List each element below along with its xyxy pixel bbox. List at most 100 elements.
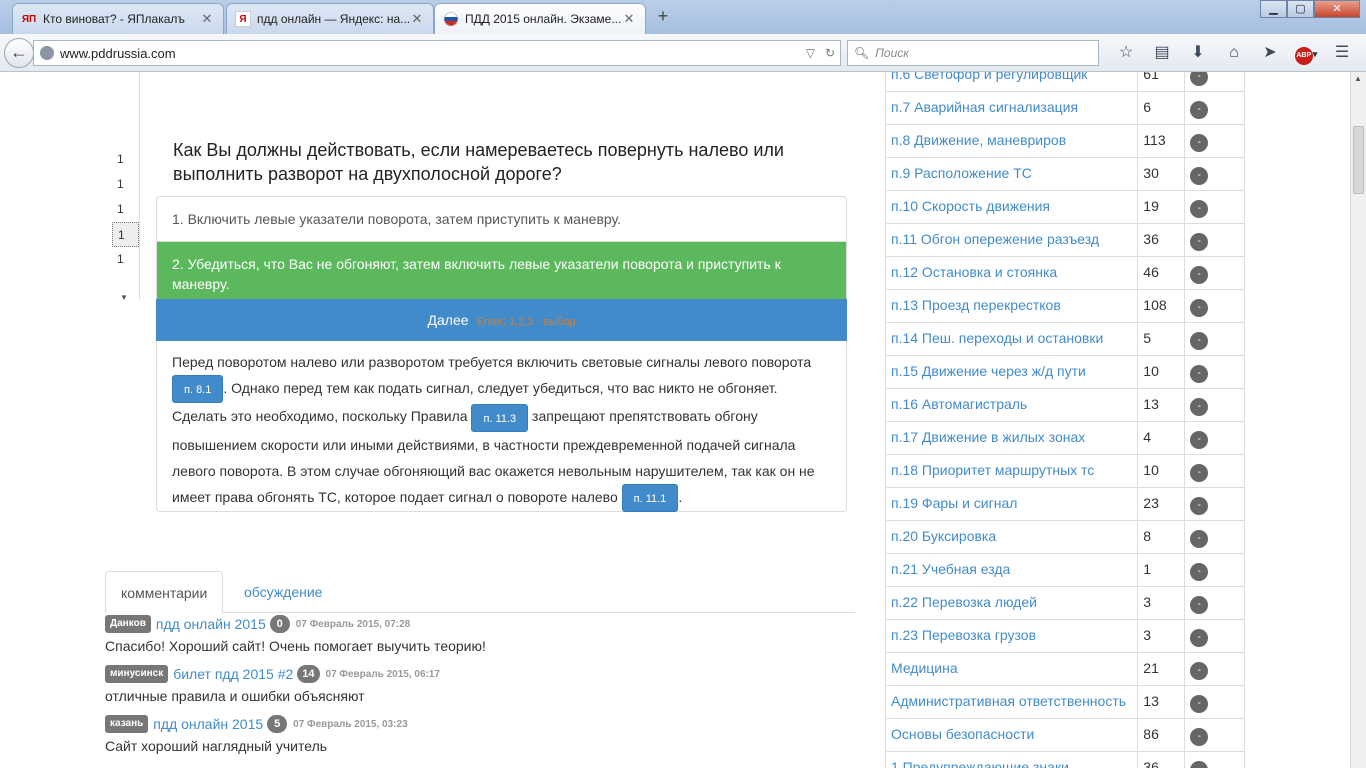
tab-close-icon[interactable]: ✕ bbox=[621, 11, 637, 27]
section-link[interactable]: п.7 Аварийная сигнализация bbox=[884, 91, 1139, 125]
list-item[interactable]: 1 bbox=[112, 197, 139, 222]
search-input[interactable]: 🔍︎ Поиск bbox=[847, 40, 1099, 66]
next-button[interactable]: Далее Enter; 1,2,3 - выбор bbox=[156, 299, 847, 341]
section-link[interactable]: Административная ответственность bbox=[884, 685, 1139, 719]
tab-close-icon[interactable]: ✕ bbox=[409, 11, 425, 27]
sections-table: п.6 Светофор и регулировщик 61- п.7 Аварий… bbox=[884, 72, 1245, 768]
section-count: 3 bbox=[1137, 619, 1186, 653]
page-scrollbar[interactable]: ▲ bbox=[1350, 72, 1366, 768]
list-scroll-down-icon[interactable]: ▼ bbox=[120, 293, 128, 302]
minimize-button[interactable]: ▁ bbox=[1260, 0, 1287, 18]
back-arrow-icon[interactable]: ← bbox=[4, 38, 34, 68]
comment-topic-link[interactable]: пдд онлайн 2015 bbox=[153, 716, 263, 732]
section-link[interactable]: п.9 Расположение ТС bbox=[884, 157, 1139, 191]
section-link[interactable]: Основы безопасности bbox=[884, 718, 1139, 752]
section-link[interactable]: п.12 Остановка и стоянка bbox=[884, 256, 1139, 290]
collapse-minus-button[interactable]: - bbox=[1190, 563, 1209, 581]
menu-hamburger-icon[interactable]: ☰ bbox=[1324, 42, 1360, 64]
collapse-minus-button[interactable]: - bbox=[1190, 530, 1209, 548]
list-item-selected[interactable]: 1 bbox=[112, 222, 139, 247]
collapse-minus-button[interactable]: - bbox=[1190, 266, 1209, 284]
collapse-minus-button[interactable]: - bbox=[1190, 761, 1209, 768]
collapse-minus-button[interactable]: - bbox=[1190, 728, 1209, 746]
ticket-number-list[interactable]: 1 1 1 1 1 ▼ bbox=[112, 72, 140, 302]
browser-tab-yaplakal[interactable]: ЯП Кто виноват? - ЯПлакалъ ✕ bbox=[12, 3, 224, 34]
send-icon[interactable]: ➤ bbox=[1252, 42, 1288, 64]
section-link[interactable]: п.18 Приоритет маршрутных тс bbox=[884, 454, 1139, 488]
list-item[interactable] bbox=[112, 122, 139, 147]
section-link[interactable]: п.19 Фары и сигнал bbox=[884, 487, 1139, 521]
home-icon[interactable]: ⌂ bbox=[1216, 42, 1252, 64]
collapse-minus-button[interactable]: - bbox=[1190, 662, 1209, 680]
scrollbar-thumb[interactable] bbox=[1353, 126, 1364, 194]
section-link[interactable]: п.16 Автомагистраль bbox=[884, 388, 1139, 422]
section-link[interactable]: п.13 Проезд перекрестков bbox=[884, 289, 1139, 323]
rule-link-button[interactable]: п. 11.3 bbox=[471, 403, 529, 432]
section-link[interactable]: 1.Предупреждающие знаки bbox=[884, 751, 1139, 768]
list-item[interactable] bbox=[112, 72, 139, 97]
section-action-cell: - bbox=[1184, 553, 1245, 587]
table-row: Административная ответственность 13- bbox=[884, 685, 1245, 719]
section-link[interactable]: Медицина bbox=[884, 652, 1139, 686]
section-count: 61 bbox=[1137, 72, 1186, 92]
collapse-minus-button[interactable]: - bbox=[1190, 72, 1209, 86]
collapse-minus-button[interactable]: - bbox=[1190, 629, 1209, 647]
section-link[interactable]: п.23 Перевозка грузов bbox=[884, 619, 1139, 653]
table-row: Основы безопасности 86- bbox=[884, 718, 1245, 752]
collapse-minus-button[interactable]: - bbox=[1190, 398, 1209, 416]
collapse-minus-button[interactable]: - bbox=[1190, 497, 1209, 515]
collapse-minus-button[interactable]: - bbox=[1190, 167, 1209, 185]
section-link[interactable]: п.17 Движение в жилых зонах bbox=[884, 421, 1139, 455]
collapse-minus-button[interactable]: - bbox=[1190, 101, 1209, 119]
maximize-button[interactable]: ▢ bbox=[1287, 0, 1314, 18]
collapse-minus-button[interactable]: - bbox=[1190, 431, 1209, 449]
rule-link-button[interactable]: п. 11.1 bbox=[621, 483, 679, 512]
tab-comments[interactable]: комментарии bbox=[105, 571, 224, 613]
section-link[interactable]: п.10 Скорость движения bbox=[884, 190, 1139, 224]
collapse-minus-button[interactable]: - bbox=[1190, 299, 1209, 317]
browser-tab-pdd[interactable]: ПДД 2015 онлайн. Экзаме... ✕ bbox=[434, 3, 646, 34]
table-row: п.22 Перевозка людей 3- bbox=[884, 586, 1245, 620]
reading-list-icon[interactable]: ▤ bbox=[1144, 42, 1180, 64]
collapse-minus-button[interactable]: - bbox=[1190, 332, 1209, 350]
scroll-up-icon[interactable]: ▲ bbox=[1354, 74, 1362, 83]
collapse-minus-button[interactable]: - bbox=[1190, 134, 1209, 152]
collapse-minus-button[interactable]: - bbox=[1190, 596, 1209, 614]
table-row: п.14 Пеш. переходы и остановки 5- bbox=[884, 322, 1245, 356]
collapse-minus-button[interactable]: - bbox=[1190, 200, 1209, 218]
section-count: 21 bbox=[1137, 652, 1186, 686]
list-item[interactable]: 1 bbox=[112, 247, 139, 272]
list-item[interactable]: 1 bbox=[112, 147, 139, 172]
section-link[interactable]: п.8 Движение, маневриров bbox=[884, 124, 1139, 158]
comments-tabs: комментарии обсуждение bbox=[105, 571, 855, 613]
rule-link-button[interactable]: п. 8.1 bbox=[172, 375, 224, 404]
section-link[interactable]: п.6 Светофор и регулировщик bbox=[884, 72, 1139, 92]
collapse-minus-button[interactable]: - bbox=[1190, 695, 1209, 713]
section-link[interactable]: п.14 Пеш. переходы и остановки bbox=[884, 322, 1139, 356]
browser-tab-yandex[interactable]: Я пдд онлайн — Яндекс: на... ✕ bbox=[226, 3, 434, 34]
section-link[interactable]: п.20 Буксировка bbox=[884, 520, 1139, 554]
tab-close-icon[interactable]: ✕ bbox=[199, 11, 215, 27]
tab-discussion[interactable]: обсуждение bbox=[229, 571, 337, 613]
collapse-minus-button[interactable]: - bbox=[1190, 365, 1209, 383]
new-tab-plus-icon[interactable]: + bbox=[652, 6, 674, 28]
collapse-minus-button[interactable]: - bbox=[1190, 464, 1209, 482]
section-link[interactable]: п.15 Движение через ж/д пути bbox=[884, 355, 1139, 389]
section-link[interactable]: п.11 Обгон опережение разъезд bbox=[884, 223, 1139, 257]
bookmark-star-icon[interactable]: ☆ bbox=[1108, 42, 1144, 64]
address-bar[interactable]: www.pddrussia.com ▽ ↻ bbox=[33, 40, 841, 66]
adblock-icon[interactable]: ABP ▾ bbox=[1288, 42, 1324, 65]
answer-option-1[interactable]: 1. Включить левые указатели поворота, за… bbox=[157, 197, 846, 242]
answer-option-2-correct[interactable]: 2. Убедиться, что Вас не обгоняют, затем… bbox=[157, 242, 846, 307]
section-link[interactable]: п.21 Учебная езда bbox=[884, 553, 1139, 587]
list-item[interactable]: 1 bbox=[112, 172, 139, 197]
collapse-minus-button[interactable]: - bbox=[1190, 233, 1209, 251]
comment-topic-link[interactable]: билет пдд 2015 #2 bbox=[173, 666, 293, 682]
dropdown-arrow-icon[interactable]: ▽ bbox=[806, 46, 815, 60]
download-icon[interactable]: ⬇ bbox=[1180, 42, 1216, 64]
section-link[interactable]: п.22 Перевозка людей bbox=[884, 586, 1139, 620]
reload-icon[interactable]: ↻ bbox=[825, 46, 835, 60]
comment-topic-link[interactable]: пдд онлайн 2015 bbox=[156, 616, 266, 632]
close-window-button[interactable]: ✕ bbox=[1314, 0, 1360, 18]
list-item[interactable] bbox=[112, 97, 139, 122]
